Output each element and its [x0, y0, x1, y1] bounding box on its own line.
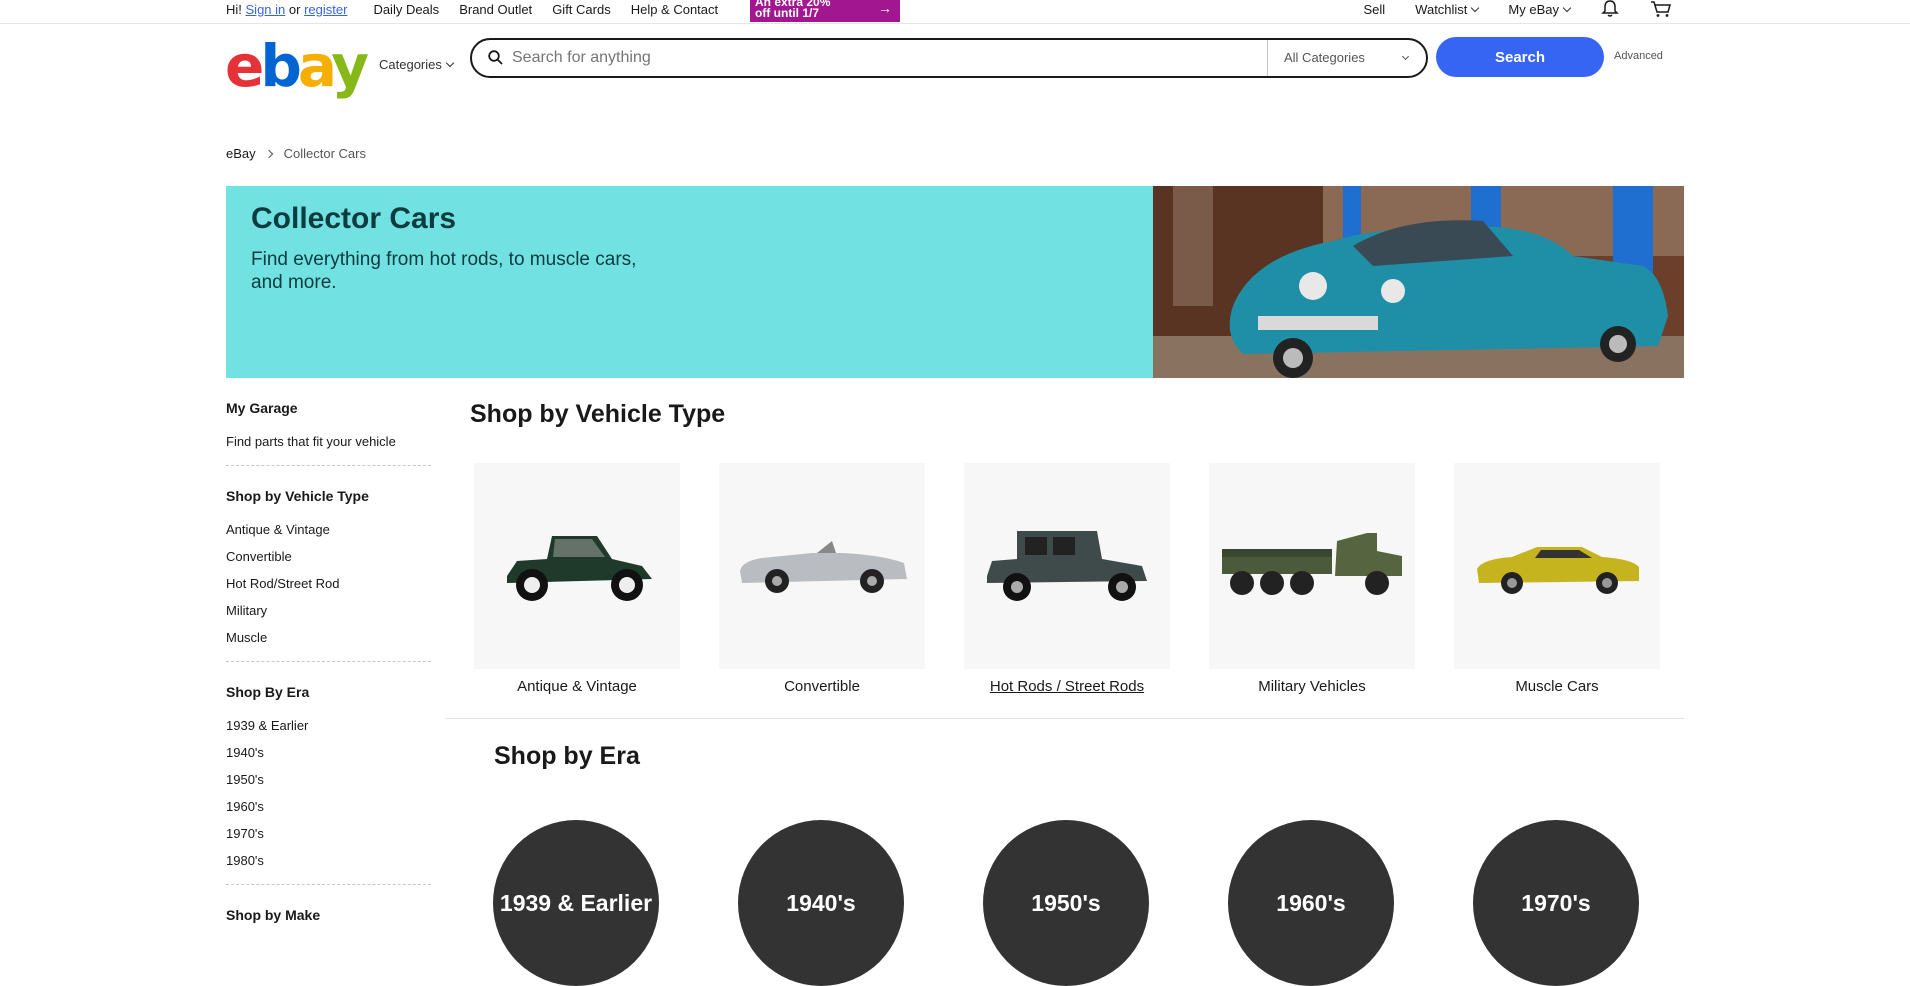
- sell-link[interactable]: Sell: [1363, 2, 1385, 17]
- sidebar-item-hot-rod[interactable]: Hot Rod/Street Rod: [226, 570, 431, 597]
- sidebar-item-1939-earlier[interactable]: 1939 & Earlier: [226, 712, 431, 739]
- sidebar-item-1960s[interactable]: 1960's: [226, 793, 431, 820]
- era-1950s[interactable]: 1950's: [983, 820, 1149, 986]
- find-parts-link[interactable]: Find parts that fit your vehicle: [226, 428, 431, 455]
- tile-convertible[interactable]: Convertible: [719, 463, 925, 695]
- sidebar-item-muscle[interactable]: Muscle: [226, 624, 431, 651]
- classic-car-photo: [1153, 186, 1684, 378]
- hero-banner: Collector Cars Find everything from hot …: [226, 186, 1684, 378]
- sidebar-my-garage: My Garage Find parts that fit your vehic…: [226, 400, 431, 466]
- sidebar-item-1940s[interactable]: 1940's: [226, 739, 431, 766]
- tile-caption: Muscle Cars: [1515, 678, 1599, 695]
- convertible-car-image: [719, 463, 925, 669]
- logo-letter-y: y: [331, 32, 369, 100]
- search-icon: [488, 50, 503, 65]
- sidebar-vehicle-type: Shop by Vehicle Type Antique & Vintage C…: [226, 488, 431, 662]
- sidebar: My Garage Find parts that fit your vehic…: [226, 400, 431, 935]
- era-1970s[interactable]: 1970's: [1473, 820, 1639, 986]
- sidebar-item-military[interactable]: Military: [226, 597, 431, 624]
- sign-in-link[interactable]: Sign in: [246, 2, 286, 17]
- gift-cards-link[interactable]: Gift Cards: [552, 2, 611, 17]
- topbar-right: Sell Watchlist My eBay: [1363, 0, 1671, 18]
- help-contact-link[interactable]: Help & Contact: [631, 2, 718, 17]
- muscle-car-image: [1454, 463, 1660, 669]
- advanced-search-link[interactable]: Advanced: [1614, 50, 1663, 62]
- military-truck-image: [1209, 463, 1415, 669]
- daily-deals-link[interactable]: Daily Deals: [373, 2, 439, 17]
- hot-rod-car-image: [964, 463, 1170, 669]
- logo-letter-b: b: [260, 32, 301, 100]
- breadcrumb: eBay Collector Cars: [226, 146, 366, 161]
- promo-banner[interactable]: An extra 20% off until 1/7 →: [750, 0, 900, 22]
- main-content: Shop by Vehicle Type Antique & Vintage C…: [446, 400, 1684, 986]
- logo-letter-a: a: [297, 32, 335, 100]
- section-divider: [446, 718, 1684, 719]
- section-title-vehicle-type: Shop by Vehicle Type: [470, 400, 726, 428]
- era-1960s[interactable]: 1960's: [1228, 820, 1394, 986]
- sidebar-item-antique-vintage[interactable]: Antique & Vintage: [226, 516, 431, 543]
- tile-military[interactable]: Military Vehicles: [1209, 463, 1415, 695]
- my-ebay-dropdown[interactable]: My eBay: [1508, 2, 1570, 17]
- page-title: Collector Cars: [251, 202, 457, 235]
- sidebar-item-convertible[interactable]: Convertible: [226, 543, 431, 570]
- chevron-right-icon: [264, 149, 273, 158]
- era-1940s[interactable]: 1940's: [738, 820, 904, 986]
- tile-caption: Hot Rods / Street Rods: [989, 678, 1145, 695]
- promo-text: An extra 20% off until 1/7: [755, 0, 865, 19]
- register-link[interactable]: register: [304, 2, 347, 17]
- vehicle-type-tiles: Antique & Vintage Convertible Hot Rods /…: [474, 463, 1660, 695]
- tile-caption: Convertible: [784, 678, 860, 695]
- sidebar-era: Shop By Era 1939 & Earlier 1940's 1950's…: [226, 684, 431, 885]
- arrow-right-icon: →: [878, 0, 892, 16]
- sidebar-title-era: Shop By Era: [226, 684, 310, 700]
- categories-dropdown[interactable]: Categories: [379, 57, 453, 72]
- sidebar-title-my-garage: My Garage: [226, 400, 298, 416]
- breadcrumb-home[interactable]: eBay: [226, 146, 256, 161]
- notification-bell-icon[interactable]: [1600, 0, 1620, 18]
- brand-outlet-link[interactable]: Brand Outlet: [459, 2, 532, 17]
- ebay-logo[interactable]: ebay: [225, 37, 369, 95]
- era-circles: 1939 & Earlier 1940's 1950's 1960's 1970…: [493, 820, 1639, 986]
- search-input[interactable]: [512, 46, 1212, 70]
- sidebar-title-vehicle-type: Shop by Vehicle Type: [226, 488, 369, 504]
- watchlist-dropdown[interactable]: Watchlist: [1415, 2, 1478, 17]
- hero-subtitle: Find everything from hot rods, to muscle…: [251, 249, 637, 293]
- breadcrumb-current: Collector Cars: [283, 146, 366, 161]
- promo-line-2: off until 1/7: [755, 6, 819, 20]
- topbar-left: Hi! Sign in or register Daily Deals Bran…: [226, 0, 738, 18]
- tile-muscle[interactable]: Muscle Cars: [1454, 463, 1660, 695]
- top-utility-bar: Hi! Sign in or register Daily Deals Bran…: [0, 0, 1910, 24]
- section-title-era: Shop by Era: [494, 742, 640, 770]
- greeting: Hi! Sign in or register: [226, 2, 347, 17]
- tile-hot-rods[interactable]: Hot Rods / Street Rods: [964, 463, 1170, 695]
- logo-letter-e: e: [225, 32, 264, 100]
- sidebar-title-make: Shop by Make: [226, 907, 321, 923]
- search-bar: All Categories: [470, 38, 1428, 78]
- sidebar-item-1950s[interactable]: 1950's: [226, 766, 431, 793]
- shopping-cart-icon[interactable]: [1650, 0, 1671, 18]
- greeting-text: Hi!: [226, 1, 242, 17]
- sidebar-item-1980s[interactable]: 1980's: [226, 847, 431, 874]
- category-select[interactable]: All Categories: [1267, 40, 1426, 76]
- era-1939-earlier[interactable]: 1939 & Earlier: [493, 820, 659, 986]
- tile-antique-vintage[interactable]: Antique & Vintage: [474, 463, 680, 695]
- tile-caption: Antique & Vintage: [517, 678, 637, 695]
- or-text: or: [288, 1, 301, 17]
- search-button[interactable]: Search: [1436, 37, 1604, 77]
- tile-caption: Military Vehicles: [1258, 678, 1366, 695]
- antique-car-image: [474, 463, 680, 669]
- sidebar-item-1970s[interactable]: 1970's: [226, 820, 431, 847]
